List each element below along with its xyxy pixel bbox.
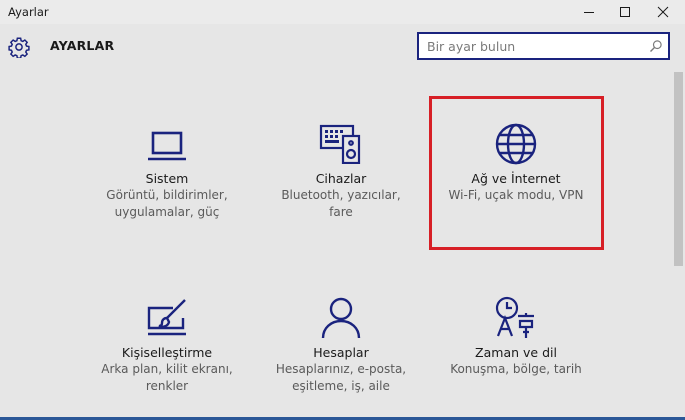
minimize-button[interactable] [572, 0, 606, 24]
close-button[interactable] [646, 0, 680, 24]
tile-devices[interactable]: Cihazlar Bluetooth, yazıcılar, fare [271, 124, 411, 221]
vertical-scrollbar[interactable] [672, 70, 685, 420]
person-icon [321, 297, 361, 339]
tile-title: Cihazlar [315, 171, 367, 186]
search-box[interactable] [417, 32, 670, 60]
tile-personalization[interactable]: Kişiselleştirme Arka plan, kilit ekranı,… [97, 298, 237, 395]
paint-brush-icon [147, 299, 186, 336]
tile-description: eşitleme, iş, aile [292, 379, 390, 393]
tile-description: renkler [145, 379, 189, 393]
tile-title: Zaman ve dil [475, 345, 557, 360]
highlight-box [429, 96, 604, 250]
tile-accounts[interactable]: Hesaplar Hesaplarınız, e-posta, eşitleme… [271, 297, 411, 395]
tile-title: Sistem [145, 171, 189, 186]
keyboard-speaker-icon [319, 124, 361, 164]
gear-icon[interactable] [8, 36, 30, 58]
tile-description: Arka plan, kilit ekranı, [101, 362, 233, 376]
time-language-icon [495, 296, 534, 338]
search-icon[interactable] [649, 39, 663, 53]
tile-description: uygulamalar, güç [114, 205, 220, 219]
tile-title: Kişiselleştirme [121, 345, 213, 360]
laptop-icon [148, 131, 186, 161]
tile-system[interactable]: Sistem Görüntü, bildirimler, uygulamalar… [97, 124, 237, 221]
tile-title: Hesaplar [313, 345, 369, 360]
search-input[interactable] [419, 34, 647, 58]
tile-description: Bluetooth, yazıcılar, fare [281, 188, 401, 219]
maximize-icon [620, 7, 630, 17]
minimize-icon [584, 12, 594, 13]
close-icon [657, 6, 669, 18]
tile-description: Görüntü, bildirimler, [106, 188, 228, 202]
title-bar: Ayarlar [0, 0, 685, 24]
page-title: AYARLAR [50, 38, 115, 53]
window-title: Ayarlar [8, 5, 49, 19]
app-header: AYARLAR [0, 24, 685, 70]
tile-time-language[interactable]: Zaman ve dil Konuşma, bölge, tarih [446, 296, 586, 378]
tile-description: Konuşma, bölge, tarih [450, 362, 582, 376]
tile-description: Hesaplarınız, e-posta, [275, 362, 407, 376]
scrollbar-thumb[interactable] [674, 72, 683, 266]
maximize-button[interactable] [608, 0, 642, 24]
